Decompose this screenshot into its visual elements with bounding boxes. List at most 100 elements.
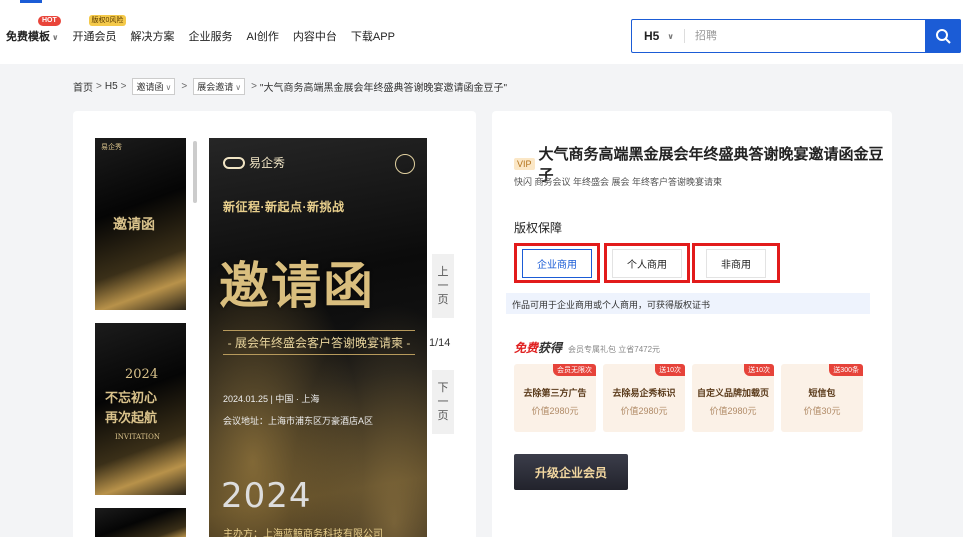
benefit-name: 去除第三方广告	[523, 388, 587, 398]
free-subtitle: 会员专属礼包 立省7472元	[568, 345, 661, 354]
benefit-badge: 送10次	[655, 364, 685, 376]
breadcrumb-separator: >	[120, 81, 127, 92]
thumbnail-scrollbar[interactable]	[193, 141, 197, 203]
chevron-down-icon: ∨	[235, 83, 242, 92]
preview-date: 2024.01.25 | 中国 · 上海	[223, 394, 320, 404]
thumbnail-line: INVITATION	[115, 433, 160, 441]
preview-slogan: 新征程·新起点·新挑战	[223, 200, 345, 214]
benefit-price: 价值2980元	[531, 406, 579, 416]
benefit-price: 价值2980元	[620, 406, 668, 416]
nav-item-enterprise[interactable]: 企业服务	[189, 28, 233, 44]
main-nav: 免费模板 ∨ HOT 开通会员 版权0风险 解决方案 企业服务 AI创作 内容中台…	[6, 15, 409, 44]
prev-label-char: 页	[437, 294, 449, 306]
page-thumbnail-1[interactable]: 易企秀 邀请函	[95, 138, 186, 310]
breadcrumb-current: "大气商务高端黑金展会年终盛典答谢晚宴邀请函金豆子"	[259, 83, 508, 94]
breadcrumb-separator: >	[251, 81, 257, 92]
page-thumbnail-2[interactable]: 2024 不忘初心 再次起航 INVITATION	[95, 323, 186, 495]
upgrade-enterprise-button[interactable]: 升级企业会员	[514, 454, 628, 490]
license-personal-button[interactable]: 个人商用	[604, 243, 690, 283]
free-benefits-header: 免费获得 会员专属礼包 立省7472元	[514, 339, 660, 356]
chevron-down-icon: ∨	[165, 83, 172, 92]
thumbnail-line: 再次起航	[105, 411, 158, 426]
preview-address: 会议地址：上海市浦东区万豪酒店A区	[223, 416, 374, 426]
preview-year: 2024	[221, 476, 312, 516]
benefit-badge: 会员无限次	[553, 364, 596, 376]
preview-big-title: 邀请函	[219, 256, 375, 315]
chevron-down-icon: ∨	[667, 31, 674, 41]
top-nav-bar: 免费模板 ∨ HOT 开通会员 版权0风险 解决方案 企业服务 AI创作 内容中台…	[0, 0, 963, 64]
next-page-button[interactable]: 下 一 页	[432, 370, 454, 434]
preview-host: 主办方：上海蓝鲸商务科技有限公司	[223, 529, 383, 537]
benefit-card[interactable]: 送10次 去除易企秀标识 价值2980元	[603, 364, 685, 432]
page-counter: 1/14	[429, 337, 451, 349]
nav-item-content-hub[interactable]: 内容中台	[293, 28, 337, 44]
nav-item-ai[interactable]: AI创作	[247, 28, 279, 44]
search-button[interactable]	[925, 19, 961, 53]
next-label-char: 下	[437, 382, 449, 394]
thumbnail-year: 2024	[125, 367, 159, 382]
search-type-select[interactable]: H5 ∨	[632, 29, 684, 43]
next-label-char: 一	[437, 396, 449, 408]
prev-page-button[interactable]: 上 一 页	[432, 254, 454, 318]
preview-logo-text: 易企秀	[249, 156, 286, 170]
search-type-label: H5	[644, 29, 660, 43]
breadcrumb-separator: >	[181, 81, 188, 92]
license-enterprise-button[interactable]: 企业商用	[514, 243, 600, 283]
search-icon	[936, 29, 951, 44]
benefit-badge: 送10次	[744, 364, 774, 376]
logo-icon	[223, 156, 245, 169]
chevron-down-icon: ∨	[52, 33, 59, 42]
free-title: 免费获得	[514, 339, 562, 356]
copyright-badge: 版权0风险	[88, 15, 127, 26]
prev-label-char: 上	[437, 266, 449, 278]
breadcrumb-home[interactable]: 首页	[73, 79, 93, 94]
license-noncommercial-button[interactable]: 非商用	[692, 243, 780, 283]
page-thumbnail-3[interactable]	[95, 508, 186, 537]
breadcrumb-h5[interactable]: H5	[105, 81, 118, 92]
search-bar: H5 ∨	[631, 19, 961, 53]
nav-item-download-app[interactable]: 下载APP	[351, 28, 395, 44]
breadcrumb-category-label: 邀请函	[136, 82, 164, 92]
preview-logo: 易企秀	[223, 154, 285, 171]
nav-item-label: 免费模板	[6, 31, 50, 43]
nav-item-label: 开通会员	[72, 31, 117, 43]
nav-item-free-templates[interactable]: 免费模板 ∨ HOT	[6, 16, 61, 44]
license-note: 作品可用于企业商用或个人商用，可获得版权证书	[506, 293, 870, 314]
benefit-price: 价值2980元	[709, 406, 757, 416]
breadcrumb-category-select[interactable]: 邀请函 ∨	[132, 78, 176, 95]
breadcrumb: 首页 > H5 > 邀请函 ∨ > 展会邀请 ∨ > "大气商务高端黑金展会年终盛典…	[73, 78, 507, 95]
benefit-card[interactable]: 会员无限次 去除第三方广告 价值2980元	[514, 364, 596, 432]
thumbnail-line: 不忘初心	[105, 391, 158, 406]
benefit-price: 价值30元	[803, 406, 841, 416]
prev-label-char: 一	[437, 280, 449, 292]
product-tags: 快闪 商务会议 年终盛会 展会 年终客户答谢晚宴请柬	[514, 177, 723, 187]
free-title-red: 免费	[514, 341, 539, 355]
license-section-label: 版权保障	[514, 221, 563, 235]
benefit-card[interactable]: 送10次 自定义品牌加载页 价值2980元	[692, 364, 774, 432]
search-input[interactable]	[685, 30, 925, 42]
benefit-name: 去除易企秀标识	[612, 388, 676, 398]
nav-accent-line	[20, 0, 42, 3]
free-title-dark: 获得	[538, 341, 563, 355]
benefit-name: 短信包	[808, 388, 836, 398]
thumbnail-title: 邀请函	[113, 217, 155, 233]
preview-subtitle: - 展会年终盛会客户答谢晚宴请柬 -	[223, 330, 415, 355]
benefit-name: 自定义品牌加载页	[696, 388, 769, 398]
thumbnail-logo: 易企秀	[101, 143, 122, 151]
clock-icon	[395, 154, 415, 174]
preview-image: 易企秀 新征程·新起点·新挑战 邀请函 - 展会年终盛会客户答谢晚宴请柬 - 2…	[209, 138, 427, 537]
benefit-badge: 送300条	[829, 364, 863, 376]
breadcrumb-subcategory-select[interactable]: 展会邀请 ∨	[193, 78, 246, 95]
license-enterprise-label: 企业商用	[522, 248, 592, 278]
nav-item-membership[interactable]: 开通会员 版权0风险	[72, 15, 127, 44]
vip-badge: VIP	[514, 158, 535, 170]
product-info-panel: VIP 大气商务高端黑金展会年终盛典答谢晚宴邀请函金豆子 快闪 商务会议 年终盛…	[492, 111, 892, 537]
nav-item-solutions[interactable]: 解决方案	[131, 28, 175, 44]
hot-badge: HOT	[38, 16, 61, 26]
next-label-char: 页	[437, 410, 449, 422]
preview-panel: 易企秀 邀请函 2024 不忘初心 再次起航 INVITATION 易企秀 新征…	[73, 111, 476, 537]
breadcrumb-separator: >	[96, 81, 102, 92]
benefit-card[interactable]: 送300条 短信包 价值30元	[781, 364, 863, 432]
license-personal-label: 个人商用	[612, 248, 682, 278]
breadcrumb-subcategory-label: 展会邀请	[197, 82, 234, 92]
